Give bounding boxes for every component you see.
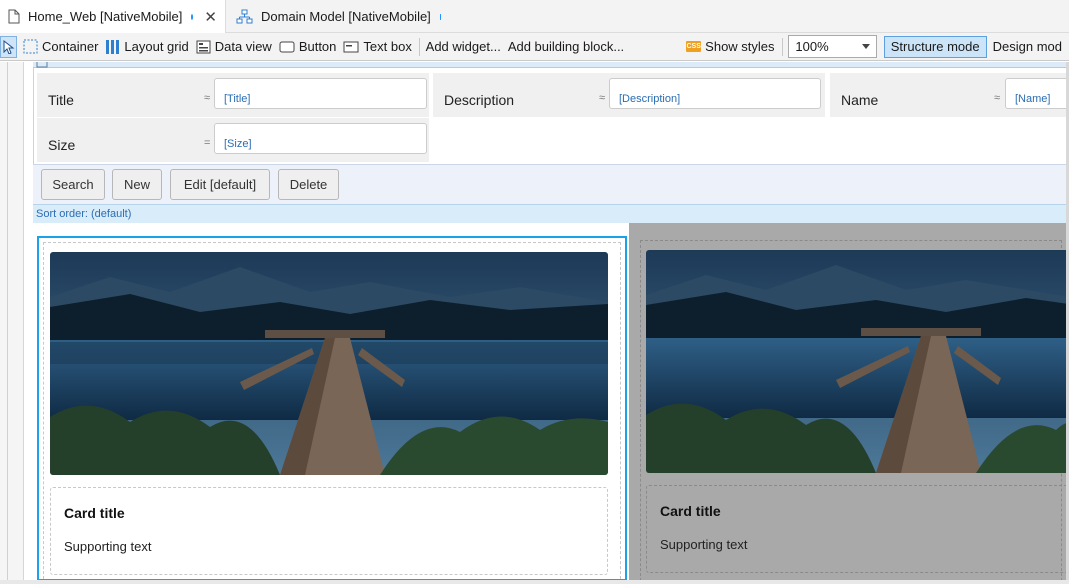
search-field-name: Name ≈ [Name] [830, 73, 1069, 117]
close-icon[interactable]: ✕ [204, 8, 217, 26]
list-view-grid: Card title Supporting text Card title Su… [33, 223, 1069, 584]
select-pointer-button[interactable] [0, 35, 18, 58]
edit-button[interactable]: Edit [default] [170, 169, 270, 200]
canvas-left-gutter [0, 62, 24, 584]
layout-grid-tool[interactable]: Layout grid [105, 35, 189, 59]
sort-order-bar[interactable]: Sort order: (default) [33, 204, 1069, 223]
title-input[interactable]: [Title] [214, 78, 427, 109]
data-view-icon [196, 40, 211, 53]
tab-home-web[interactable]: Home_Web [NativeMobile] ✕ [0, 0, 226, 33]
text-box-tool[interactable]: Text box [343, 35, 412, 59]
pointer-icon [3, 39, 14, 54]
card-body[interactable]: Card title Supporting text [646, 485, 1069, 573]
data-view-tool[interactable]: Data view [196, 35, 272, 59]
tab-domain-model[interactable]: Domain Model [NativeMobile] [228, 0, 448, 33]
control-bar: Search New Edit [default] Delete [33, 164, 1069, 204]
card-image[interactable] [646, 250, 1069, 473]
add-building-block-label: Add building block... [507, 39, 625, 54]
card-body[interactable]: Card title Supporting text [50, 487, 608, 575]
field-label: Title [48, 92, 74, 108]
lake-dock-image [50, 252, 608, 475]
layout-grid-icon [106, 39, 120, 54]
structure-mode-button[interactable]: Structure mode [883, 35, 987, 58]
nesting-guide-line [7, 62, 8, 584]
sort-order-label: Sort order: (default) [36, 208, 132, 220]
card[interactable]: Card title Supporting text [37, 236, 627, 584]
horizontal-scrollbar[interactable] [0, 580, 1069, 584]
card-image[interactable] [50, 252, 608, 475]
add-widget-label: Add widget... [425, 39, 501, 54]
editor-tab-bar: Home_Web [NativeMobile] ✕ Domain Model [… [0, 0, 1069, 33]
design-mode-button[interactable]: Design mod [993, 35, 1062, 59]
container-label: Container [42, 39, 99, 54]
search-field-size: Size = [Size] [37, 118, 429, 162]
field-label: Size [48, 137, 76, 153]
show-styles-toggle[interactable]: CSS Show styles [686, 35, 775, 59]
structure-mode-label: Structure mode [890, 39, 980, 54]
name-input[interactable]: [Name] [1005, 78, 1069, 109]
domain-model-icon [236, 9, 253, 24]
page-editor-toolbar: Container Layout grid Data view Button T… [0, 33, 1069, 61]
container-icon [23, 39, 38, 54]
text-box-icon [343, 41, 359, 52]
search-button[interactable]: Search [41, 169, 105, 200]
delete-button[interactable]: Delete [278, 169, 339, 200]
field-label: Name [841, 92, 879, 108]
layout-grid-label: Layout grid [124, 39, 189, 54]
card-title: Card title [64, 505, 125, 521]
tab-label: Home_Web [NativeMobile] [28, 9, 183, 24]
search-field-description: Description ≈ [Description] [433, 73, 825, 117]
operator-label: ≈ [599, 92, 606, 104]
card-supporting-text: Supporting text [64, 539, 152, 554]
design-mode-label: Design mod [992, 39, 1062, 54]
button-tool[interactable]: Button [279, 35, 337, 59]
button-label: Button [298, 39, 337, 54]
operator-label: ≈ [994, 92, 1001, 104]
card-supporting-text: Supporting text [660, 537, 748, 552]
zoom-select[interactable]: 100% [788, 35, 877, 58]
lake-dock-image [646, 250, 1069, 473]
toolbar-divider [418, 37, 420, 56]
unsaved-dot-icon [191, 13, 194, 20]
search-field-title: Title ≈ [Title] [37, 73, 429, 117]
size-input[interactable]: [Size] [214, 123, 427, 154]
zoom-value: 100% [795, 39, 829, 54]
page-canvas: Title ≈ [Title] Description ≈ [Descripti… [25, 62, 1069, 584]
container-tool[interactable]: Container [23, 35, 98, 59]
data-view-label: Data view [214, 39, 272, 54]
add-widget-button[interactable]: Add widget... [426, 35, 501, 59]
text-box-label: Text box [363, 39, 412, 54]
toolbar-divider [781, 37, 783, 56]
page-icon [8, 9, 20, 24]
field-label: Description [444, 92, 515, 108]
description-input[interactable]: [Description] [609, 78, 821, 109]
card[interactable]: Card title Supporting text [636, 236, 1069, 584]
operator-label: ≈ [204, 92, 211, 104]
show-styles-label: Show styles [705, 39, 775, 54]
search-bar: Title ≈ [Title] Description ≈ [Descripti… [33, 68, 1069, 164]
operator-label: = [204, 137, 211, 149]
css-icon: CSS [686, 41, 702, 52]
card-title: Card title [660, 503, 721, 519]
tab-label: Domain Model [NativeMobile] [261, 9, 431, 24]
button-icon [279, 41, 295, 52]
chevron-down-icon [861, 44, 870, 49]
new-button[interactable]: New [112, 169, 162, 200]
add-building-block-button[interactable]: Add building block... [508, 35, 624, 59]
